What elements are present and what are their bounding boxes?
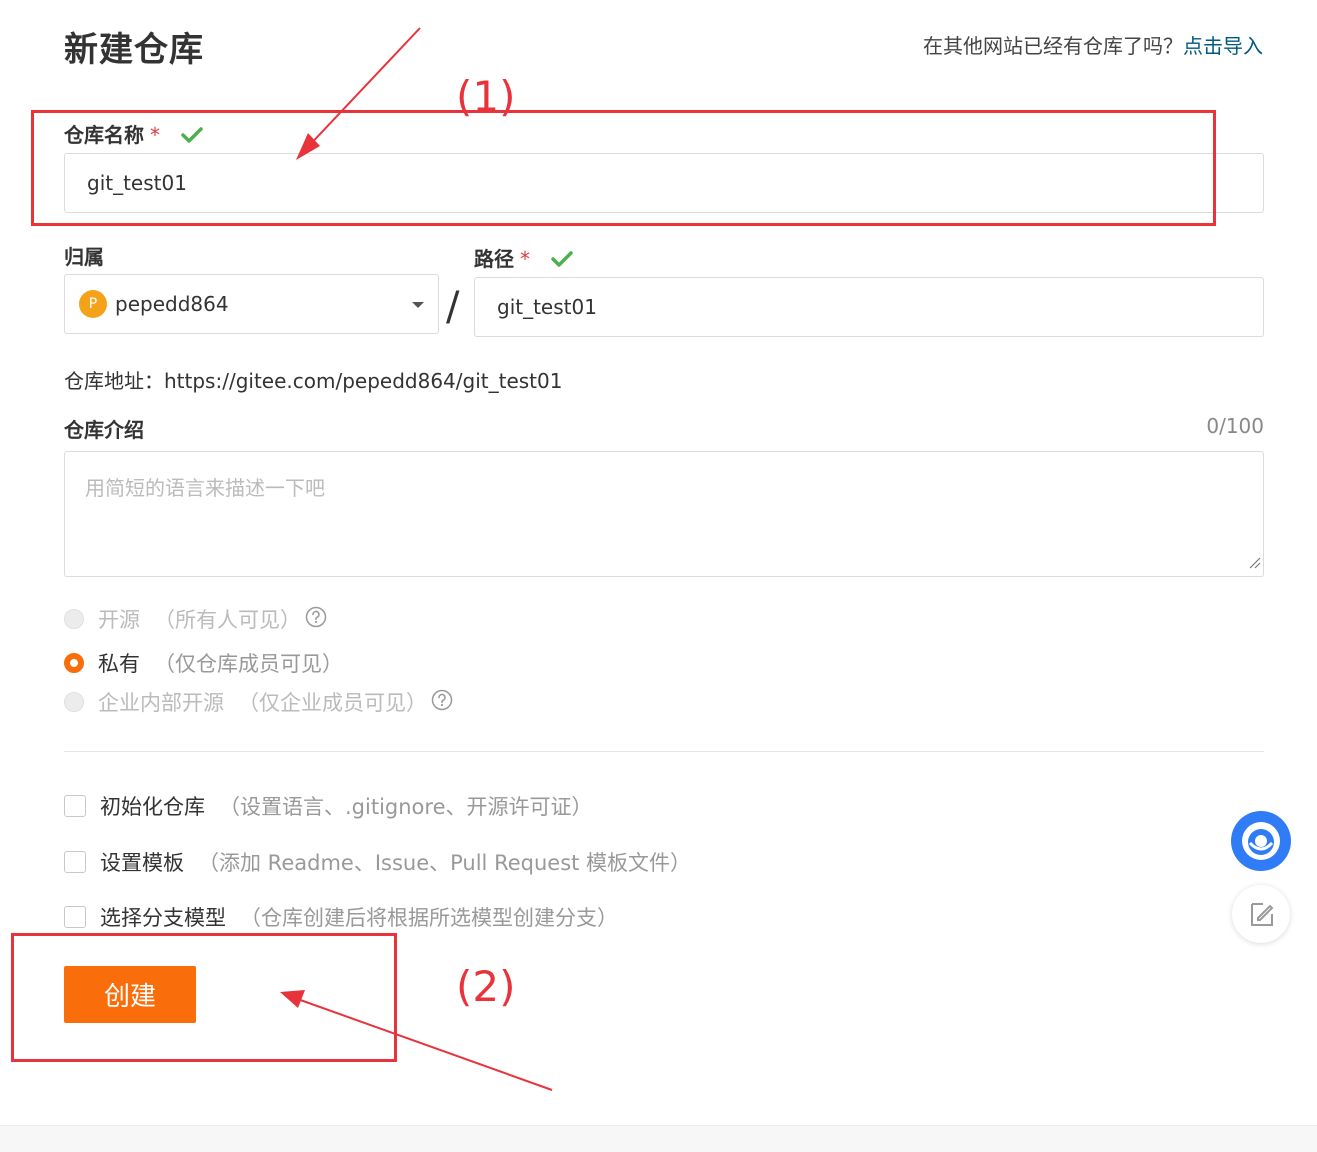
visibility-private-hint: （仅仓库成员可见） [154, 652, 343, 676]
chat-assistant-button[interactable] [1231, 811, 1291, 871]
resize-handle-icon[interactable] [1249, 550, 1261, 574]
import-prompt: 在其他网站已经有仓库了吗？ [923, 34, 1183, 58]
check-icon [551, 249, 573, 273]
annotation-box-1 [31, 110, 1216, 226]
path-label: 路径 * [474, 243, 573, 273]
radio-enterprise[interactable] [64, 692, 84, 712]
option-init-repo-hint: （设置语言、.gitignore、开源许可证） [219, 795, 593, 819]
path-label-text: 路径 [474, 247, 514, 271]
option-init-repo[interactable]: 初始化仓库 （设置语言、.gitignore、开源许可证） [64, 791, 593, 821]
annotation-label-1: (1) [456, 72, 516, 121]
radio-private[interactable] [64, 653, 84, 673]
owner-select[interactable]: P pepedd864 [64, 274, 439, 334]
option-init-repo-label: 初始化仓库 [100, 795, 205, 819]
path-input[interactable]: git_test01 [474, 277, 1264, 337]
visibility-enterprise-hint: （仅企业成员可见） [238, 691, 427, 715]
visibility-enterprise[interactable]: 企业内部开源 （仅企业成员可见） [64, 687, 453, 717]
visibility-private[interactable]: 私有 （仅仓库成员可见） [64, 648, 343, 678]
checkbox-template[interactable] [64, 851, 86, 873]
footer-band [0, 1125, 1317, 1152]
visibility-open[interactable]: 开源 （所有人可见） [64, 604, 327, 634]
required-mark: * [520, 247, 530, 271]
owner-value: pepedd864 [115, 292, 229, 316]
intro-textarea[interactable]: 用简短的语言来描述一下吧 [64, 451, 1264, 577]
path-separator: / [446, 284, 460, 330]
visibility-private-label: 私有 [98, 652, 140, 676]
visibility-open-label: 开源 [98, 608, 140, 632]
address-value: https://gitee.com/pepedd864/git_test01 [164, 369, 563, 393]
option-branch-model-label: 选择分支模型 [100, 906, 226, 930]
visibility-enterprise-label: 企业内部开源 [98, 691, 224, 715]
assistant-icon [1242, 822, 1280, 860]
avatar: P [79, 290, 107, 318]
option-template-label: 设置模板 [100, 851, 184, 875]
edit-icon [1251, 903, 1274, 926]
chevron-down-icon [412, 302, 424, 308]
option-branch-model[interactable]: 选择分支模型 （仓库创建后将根据所选模型创建分支） [64, 902, 618, 932]
intro-placeholder: 用简短的语言来描述一下吧 [85, 476, 325, 500]
address-label: 仓库地址： [64, 369, 164, 393]
owner-label: 归属 [64, 245, 104, 269]
import-link[interactable]: 点击导入 [1183, 34, 1263, 58]
help-icon[interactable] [431, 689, 453, 716]
checkbox-init-repo[interactable] [64, 795, 86, 817]
divider [64, 751, 1264, 752]
visibility-open-hint: （所有人可见） [154, 608, 301, 632]
feedback-button[interactable] [1232, 885, 1290, 943]
radio-open[interactable] [64, 609, 84, 629]
option-template-hint: （添加 Readme、Issue、Pull Request 模板文件） [198, 851, 692, 875]
intro-label: 仓库介绍 [64, 418, 144, 442]
annotation-label-2: (2) [456, 962, 516, 1011]
import-hint: 在其他网站已经有仓库了吗？点击导入 [923, 30, 1263, 59]
checkbox-branch-model[interactable] [64, 906, 86, 928]
intro-counter: 0/100 [1206, 414, 1264, 438]
help-icon[interactable] [305, 606, 327, 633]
option-branch-model-hint: （仓库创建后将根据所选模型创建分支） [240, 906, 618, 930]
page-title: 新建仓库 [64, 30, 204, 70]
option-template[interactable]: 设置模板 （添加 Readme、Issue、Pull Request 模板文件） [64, 847, 691, 877]
repo-address: 仓库地址：https://gitee.com/pepedd864/git_tes… [64, 365, 562, 394]
annotation-box-2 [11, 933, 397, 1062]
